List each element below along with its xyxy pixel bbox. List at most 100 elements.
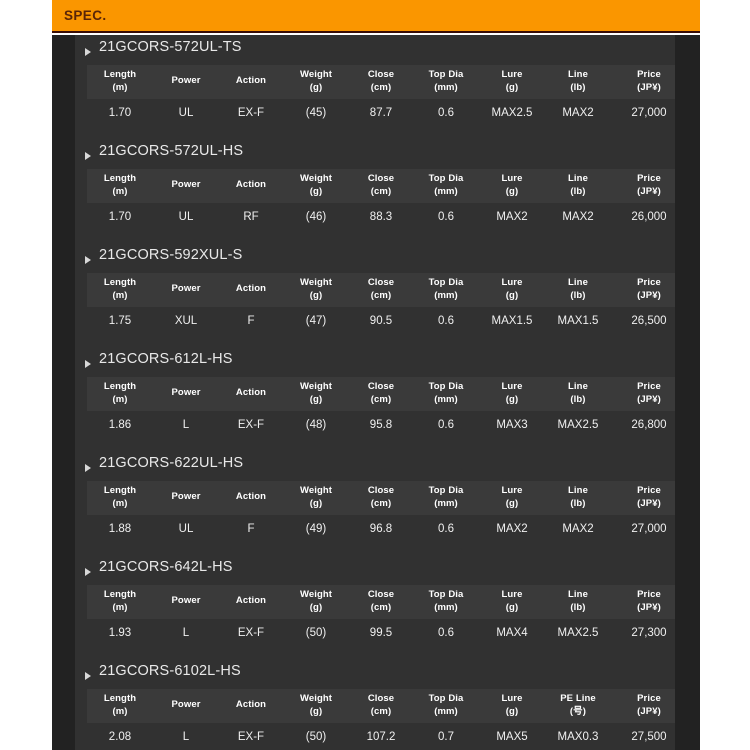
column-header: Top Dia (mm)	[413, 273, 479, 307]
column-header: Length (m)	[87, 585, 153, 619]
column-header: Line (lb)	[545, 65, 611, 99]
column-header-unit: (cm)	[370, 705, 392, 717]
spec-group-toggle[interactable]: 21GCORS-6102L-HS	[75, 659, 675, 689]
column-header: Action	[219, 377, 283, 411]
spec-value: 99.5	[349, 618, 413, 648]
column-header: Top Dia (mm)	[413, 65, 479, 99]
column-header-label: Price	[637, 589, 661, 600]
spec-value: XUL	[153, 306, 219, 336]
column-header: Top Dia (mm)	[413, 585, 479, 619]
triangle-right-icon	[85, 464, 91, 472]
spec-value: EX-F	[219, 618, 283, 648]
column-header: Lure (g)	[479, 169, 545, 203]
column-header-unit: (g)	[505, 497, 519, 509]
column-header-unit: (g)	[309, 81, 323, 93]
spec-value: 87.7	[349, 98, 413, 128]
column-header-unit: (lb)	[570, 393, 586, 405]
spec-value: 27,000	[611, 98, 675, 128]
column-header-unit: (m)	[112, 185, 128, 197]
column-header-label: Length	[103, 277, 137, 288]
spec-value: RF	[219, 202, 283, 232]
column-header-label: Action	[235, 75, 267, 86]
table-row: 1.70 UL RF (46) 88.3 0.6 MAX2 MAX2 26,000	[87, 202, 675, 232]
column-header: Line (lb)	[545, 169, 611, 203]
column-header-label: PE Line	[560, 693, 596, 704]
spec-value: UL	[153, 514, 219, 544]
column-header-label: Line	[568, 381, 588, 392]
column-header-label: Weight	[299, 693, 333, 704]
column-header: Close (cm)	[349, 689, 413, 723]
column-header-unit: (mm)	[434, 601, 458, 613]
spec-group-toggle[interactable]: 21GCORS-572UL-HS	[75, 139, 675, 169]
column-header-label: Lure	[501, 173, 523, 184]
spec-value: L	[153, 410, 219, 440]
column-header: Weight (g)	[283, 65, 349, 99]
spec-value: 90.5	[349, 306, 413, 336]
column-header-unit: (g)	[505, 185, 519, 197]
column-header-unit: (g)	[505, 705, 519, 717]
column-header-unit: (m)	[112, 393, 128, 405]
spec-value: 0.6	[413, 514, 479, 544]
column-header-unit: (m)	[112, 289, 128, 301]
column-header: Weight (g)	[283, 273, 349, 307]
column-header-label: Close	[367, 277, 395, 288]
column-header-unit: (lb)	[570, 497, 586, 509]
column-header-label: Action	[235, 387, 267, 398]
column-header-label: Close	[367, 693, 395, 704]
spec-value: 27,300	[611, 618, 675, 648]
column-header-unit: (g)	[309, 185, 323, 197]
spec-group-toggle[interactable]: 21GCORS-622UL-HS	[75, 451, 675, 481]
column-header-label: Weight	[299, 173, 333, 184]
column-header-label: Price	[637, 173, 661, 184]
spec-page: SPEC. 21GCORS-572UL-TS Length (m) Power Acti…	[0, 0, 750, 750]
spec-group-toggle[interactable]: 21GCORS-612L-HS	[75, 347, 675, 377]
table-row: 1.75 XUL F (47) 90.5 0.6 MAX1.5 MAX1.5 26,500	[87, 306, 675, 336]
spec-table-header-row: Length (m) Power Action Weight (g) Close (cm) To…	[87, 585, 675, 619]
spec-group-toggle[interactable]: 21GCORS-592XUL-S	[75, 243, 675, 273]
spec-value: UL	[153, 98, 219, 128]
spec-group: 21GCORS-6102L-HS Length (m) Power Action Weig…	[75, 659, 675, 750]
column-header-unit: (JP¥)	[637, 705, 661, 717]
spec-value: 0.6	[413, 410, 479, 440]
column-header-unit: (m)	[112, 601, 128, 613]
column-header: Line (lb)	[545, 273, 611, 307]
spec-group-toggle[interactable]: 21GCORS-572UL-TS	[75, 35, 675, 65]
spec-group-toggle[interactable]: 21GCORS-642L-HS	[75, 555, 675, 585]
column-header-label: Power	[171, 699, 201, 710]
column-header: Price (JP¥)	[611, 689, 675, 723]
column-header-label: Top Dia	[428, 173, 464, 184]
column-header: Lure (g)	[479, 65, 545, 99]
column-header-unit: (mm)	[434, 289, 458, 301]
column-header: Length (m)	[87, 273, 153, 307]
spec-value: (46)	[283, 202, 349, 232]
column-header-label: Top Dia	[428, 381, 464, 392]
spec-value: EX-F	[219, 410, 283, 440]
spec-value: UL	[153, 202, 219, 232]
column-header-label: Power	[171, 283, 201, 294]
spec-value: 96.8	[349, 514, 413, 544]
spec-value: 2.08	[87, 722, 153, 750]
triangle-right-icon	[85, 152, 91, 160]
column-header: Action	[219, 481, 283, 515]
spec-value: 27,500	[611, 722, 675, 750]
column-header-label: Weight	[299, 69, 333, 80]
column-header-unit: (mm)	[434, 185, 458, 197]
column-header-label: Lure	[501, 485, 523, 496]
column-header-label: Power	[171, 75, 201, 86]
column-header-unit: (m)	[112, 81, 128, 93]
column-header: Top Dia (mm)	[413, 377, 479, 411]
spec-value: F	[219, 306, 283, 336]
column-header: Action	[219, 65, 283, 99]
spec-value: L	[153, 618, 219, 648]
column-header: Close (cm)	[349, 273, 413, 307]
column-header: Price (JP¥)	[611, 169, 675, 203]
page-title: SPEC.	[64, 8, 107, 23]
column-header-label: Power	[171, 179, 201, 190]
triangle-right-icon	[85, 256, 91, 264]
table-row: 1.88 UL F (49) 96.8 0.6 MAX2 MAX2 27,000	[87, 514, 675, 544]
column-header-unit: (cm)	[370, 601, 392, 613]
column-header-label: Weight	[299, 485, 333, 496]
column-header-label: Lure	[501, 69, 523, 80]
spec-value: 0.6	[413, 98, 479, 128]
column-header-unit: (JP¥)	[637, 289, 661, 301]
